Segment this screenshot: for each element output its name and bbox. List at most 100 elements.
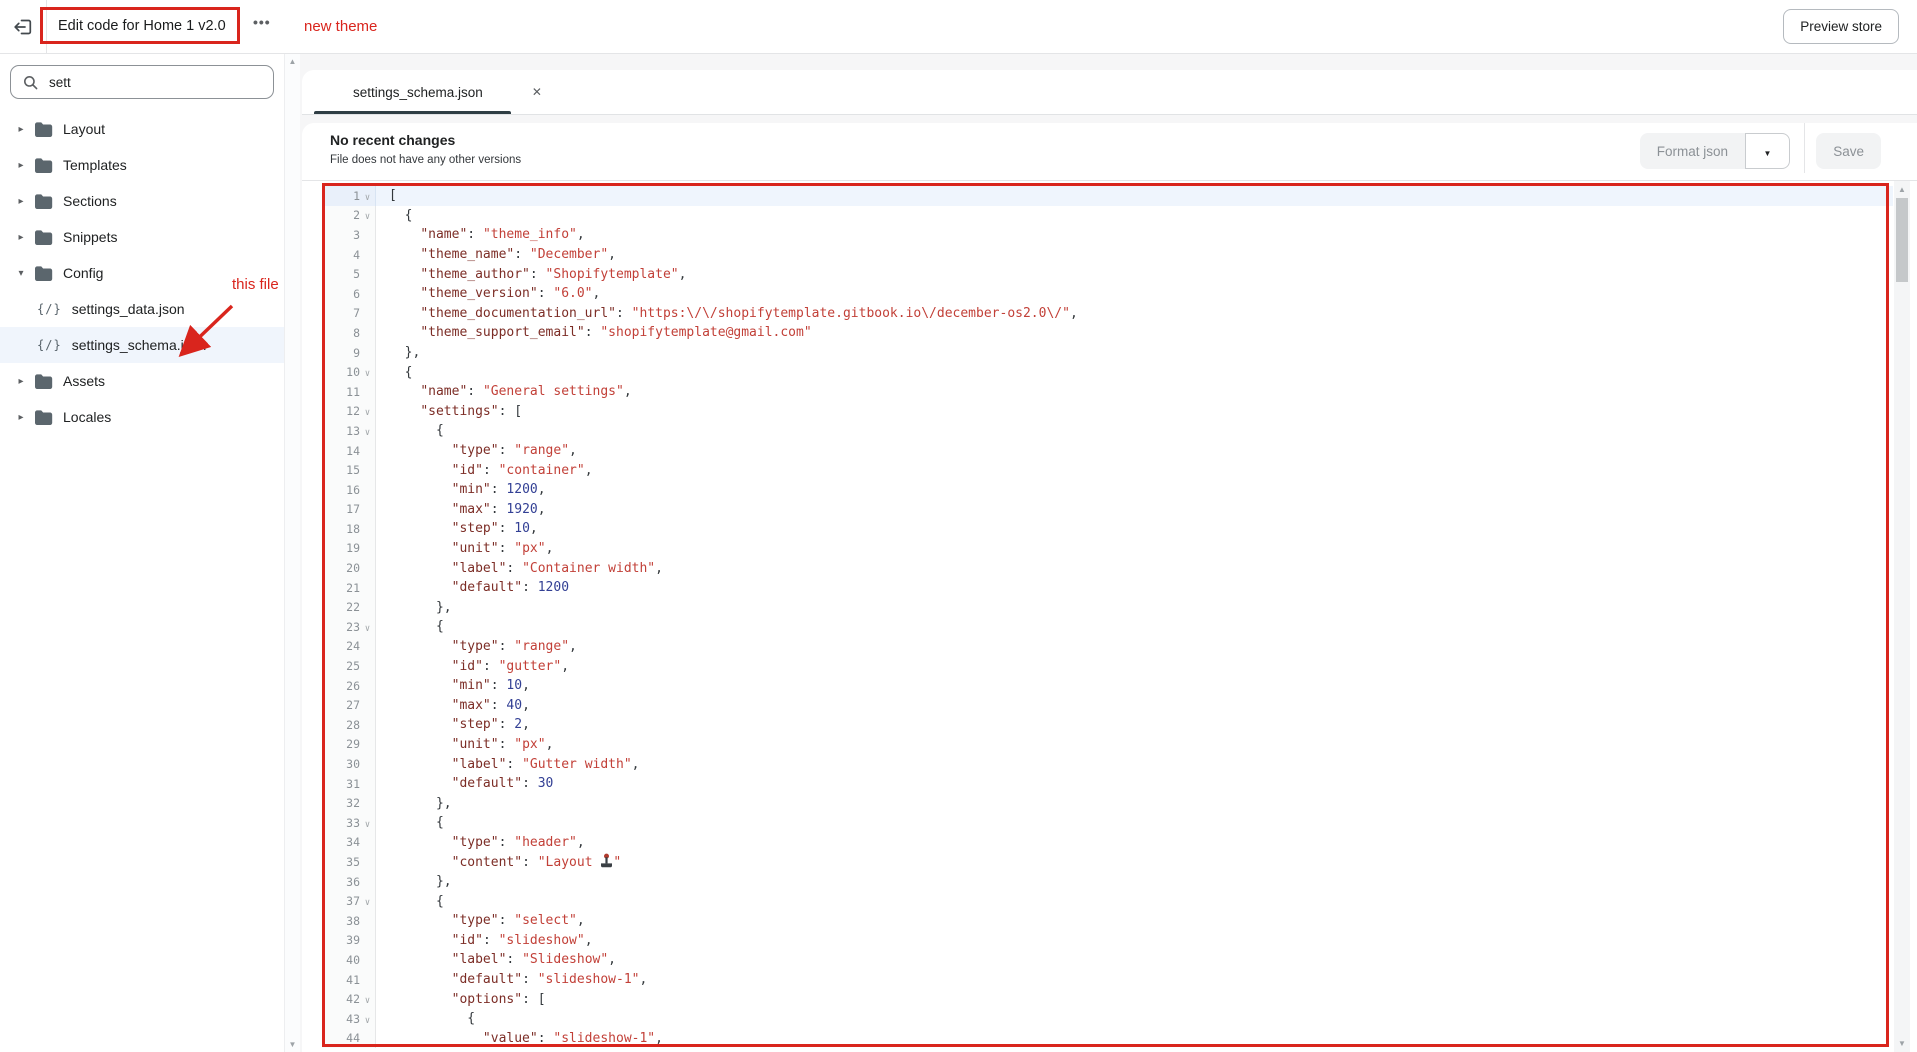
code-line[interactable]: 40 "label": "Slideshow", [322,950,1893,970]
code-line[interactable]: 24 "type": "range", [322,637,1893,657]
close-tab-icon[interactable]: ✕ [528,83,546,101]
code-line[interactable]: 39 "id": "slideshow", [322,931,1893,951]
fold-icon[interactable]: ∨ [360,624,375,634]
chevron-right-icon[interactable]: ▸ [13,412,29,423]
fold-icon[interactable]: ∨ [360,996,375,1006]
line-number: 6 [353,287,360,301]
format-json-button[interactable]: Format json [1640,133,1745,169]
code-text: { [376,1011,475,1026]
code-line[interactable]: 25 "id": "gutter", [322,656,1893,676]
code-line[interactable]: 15 "id": "container", [322,460,1893,480]
fold-icon[interactable]: ∨ [360,408,375,418]
code-line[interactable]: 30 "label": "Gutter width", [322,754,1893,774]
chevron-right-icon[interactable]: ▸ [13,160,29,171]
code-line[interactable]: 33∨ { [322,813,1893,833]
sidebar-scrollbar[interactable]: ▲ ▼ [284,54,300,1052]
code-text: }, [376,796,452,811]
sidebar-item-layout[interactable]: ▸Layout [0,111,284,147]
code-text: "unit": "px", [376,737,553,752]
code-text: "min": 1200, [376,482,546,497]
code-line[interactable]: 23∨ { [322,617,1893,637]
chevron-down-icon[interactable]: ▾ [13,268,29,279]
code-line[interactable]: 29 "unit": "px", [322,735,1893,755]
code-line[interactable]: 31 "default": 30 [322,774,1893,794]
code-line[interactable]: 38 "type": "select", [322,911,1893,931]
scroll-down-icon[interactable]: ▼ [1894,1039,1910,1048]
line-number: 9 [353,346,360,360]
scroll-down-icon[interactable]: ▼ [285,1040,300,1049]
code-line[interactable]: 6 "theme_version": "6.0", [322,284,1893,304]
fold-icon[interactable]: ∨ [360,428,375,438]
line-number: 28 [346,718,360,732]
code-line[interactable]: 17 "max": 1920, [322,500,1893,520]
fold-icon[interactable]: ∨ [360,212,375,222]
code-line[interactable]: 8 "theme_support_email": "shopifytemplat… [322,323,1893,343]
code-line[interactable]: 37∨ { [322,891,1893,911]
fold-icon[interactable]: ∨ [360,820,375,830]
code-line[interactable]: 7 "theme_documentation_url": "https:\/\/… [322,304,1893,324]
sidebar-item-templates[interactable]: ▸Templates [0,147,284,183]
exit-icon [12,16,34,38]
code-line[interactable]: 5 "theme_author": "Shopifytemplate", [322,264,1893,284]
code-line[interactable]: 35 "content": "Layout " [322,852,1893,872]
more-options-button[interactable]: ••• [247,13,277,31]
sidebar-item-locales[interactable]: ▸Locales [0,399,284,435]
chevron-right-icon[interactable]: ▸ [13,376,29,387]
gutter-cell: 26 [322,676,376,696]
back-button[interactable] [0,0,47,53]
gutter-cell: 34 [322,833,376,853]
code-line[interactable]: 10∨ { [322,362,1893,382]
format-dropdown-button[interactable]: ▼ [1745,133,1790,169]
code-line[interactable]: 34 "type": "header", [322,833,1893,853]
code-line[interactable]: 3 "name": "theme_info", [322,225,1893,245]
chevron-right-icon[interactable]: ▸ [13,232,29,243]
code-editor[interactable]: 1∨[2∨ {3 "name": "theme_info",4 "theme_n… [322,181,1893,1052]
code-text: "step": 10, [376,521,538,536]
code-line[interactable]: 43∨ { [322,1009,1893,1029]
code-line[interactable]: 12∨ "settings": [ [322,402,1893,422]
sidebar-item-settings-schema-json[interactable]: {/}settings_schema.json [0,327,284,363]
code-line[interactable]: 21 "default": 1200 [322,578,1893,598]
code-line[interactable]: 27 "max": 40, [322,695,1893,715]
code-line[interactable]: 18 "step": 10, [322,519,1893,539]
fold-icon[interactable]: ∨ [360,1016,375,1026]
save-button[interactable]: Save [1816,133,1881,169]
code-line[interactable]: 26 "min": 10, [322,676,1893,696]
scroll-up-icon[interactable]: ▲ [285,57,300,66]
code-line[interactable]: 4 "theme_name": "December", [322,245,1893,265]
fold-icon[interactable]: ∨ [360,369,375,379]
code-line[interactable]: 32 }, [322,793,1893,813]
code-line[interactable]: 28 "step": 2, [322,715,1893,735]
gutter-cell: 33∨ [322,813,376,833]
code-line[interactable]: 42∨ "options": [ [322,989,1893,1009]
code-line[interactable]: 16 "min": 1200, [322,480,1893,500]
scroll-up-icon[interactable]: ▲ [1894,185,1910,194]
chevron-right-icon[interactable]: ▸ [13,196,29,207]
scrollbar-thumb[interactable] [1896,198,1908,282]
code-line[interactable]: 41 "default": "slideshow-1", [322,970,1893,990]
code-line[interactable]: 22 }, [322,597,1893,617]
sidebar-item-sections[interactable]: ▸Sections [0,183,284,219]
sidebar-item-assets[interactable]: ▸Assets [0,363,284,399]
fold-icon[interactable]: ∨ [360,193,375,203]
code-line[interactable]: 36 }, [322,872,1893,892]
code-line[interactable]: 11 "name": "General settings", [322,382,1893,402]
preview-store-button[interactable]: Preview store [1783,9,1899,44]
code-line[interactable]: 19 "unit": "px", [322,539,1893,559]
chevron-right-icon[interactable]: ▸ [13,124,29,135]
code-line[interactable]: 13∨ { [322,421,1893,441]
sidebar-item-settings-data-json[interactable]: {/}settings_data.json [0,291,284,327]
code-line[interactable]: 20 "label": "Container width", [322,558,1893,578]
line-number: 7 [353,306,360,320]
gutter-cell: 1∨ [322,186,376,206]
fold-icon[interactable]: ∨ [360,898,375,908]
tab-settings-schema-json[interactable]: settings_schema.json ✕ [302,70,546,114]
editor-scrollbar[interactable]: ▲ ▼ [1894,181,1910,1052]
code-line[interactable]: 1∨[ [322,186,1893,206]
code-line[interactable]: 14 "type": "range", [322,441,1893,461]
code-line[interactable]: 9 }, [322,343,1893,363]
code-line[interactable]: 44 "value": "slideshow-1", [322,1029,1893,1049]
sidebar-item-snippets[interactable]: ▸Snippets [0,219,284,255]
code-line[interactable]: 2∨ { [322,206,1893,226]
search-input[interactable] [47,74,261,91]
